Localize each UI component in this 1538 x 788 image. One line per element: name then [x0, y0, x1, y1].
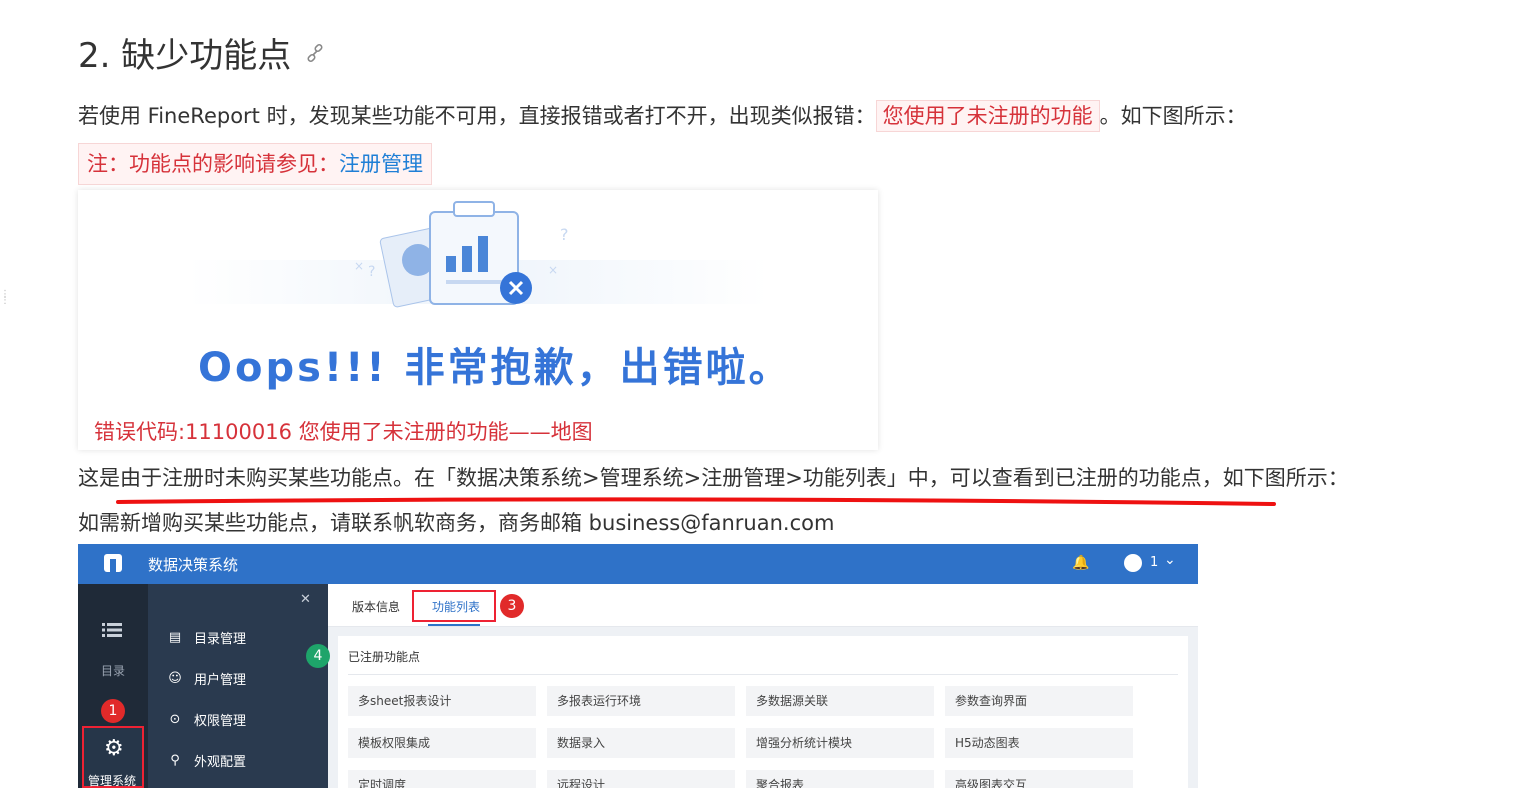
feature-cell: 参数查询界面: [945, 686, 1133, 716]
user-avatar-icon[interactable]: [1124, 554, 1142, 572]
heading-text: 2. 缺少功能点: [78, 36, 292, 76]
error-code: 错误代码:11100016 您使用了未注册的功能——地图: [94, 420, 593, 444]
chevron-down-icon[interactable]: ⌄: [1164, 552, 1176, 568]
link-icon[interactable]: [305, 43, 325, 63]
gear-icon: ⚙: [104, 736, 124, 761]
menu-item-permissions[interactable]: ⊙ 权限管理: [168, 710, 246, 729]
error-illustration-icon: ? ? × ×: [188, 201, 768, 308]
svg-text:?: ?: [368, 264, 375, 280]
tab-feature-list[interactable]: 功能列表: [432, 598, 480, 615]
rail-admin-label: 管理系统: [88, 774, 137, 788]
error-message: Oops!!! 非常抱歉，出错啦。: [198, 345, 792, 391]
tab-version-info[interactable]: 版本信息: [352, 598, 400, 615]
registered-features-panel: 已注册功能点 多sheet报表设计 多报表运行环境 多数据源关联 参数查询界面 …: [338, 636, 1188, 788]
feature-cell: H5动态图表: [945, 728, 1133, 758]
feature-cell: 增强分析统计模块: [746, 728, 934, 758]
list-icon[interactable]: [102, 622, 122, 638]
menu-item-users[interactable]: ☺ 用户管理: [168, 669, 246, 688]
active-tab-indicator: [428, 624, 480, 626]
feature-cell: 多报表运行环境: [547, 686, 735, 716]
menu-item-catalog[interactable]: ▤ 目录管理: [168, 628, 246, 647]
paragraph-explanation: 这是由于注册时未购买某些功能点。在「数据决策系统>管理系统>注册管理>功能列表」…: [78, 466, 1349, 490]
error-highlight: 您使用了未注册的功能: [875, 100, 1100, 132]
logo-icon: [104, 554, 122, 572]
system-title: 数据决策系统: [148, 556, 239, 574]
feature-cell: 聚合报表: [746, 770, 934, 788]
note-box: 注：功能点的影响请参见：注册管理: [78, 143, 432, 185]
paint-roller-icon: ⚲: [170, 752, 180, 768]
intro-tail: 。如下图所示：: [1099, 104, 1247, 128]
document-icon: ▤: [168, 629, 182, 645]
system-screenshot: 数据决策系统 🔔 1 ⌄ 目录 ⚙ 管理系统 ✕ ▤ 目录管理 ☺ 用户管理 ⊙ 权限…: [78, 544, 1198, 788]
svg-text:×: ×: [354, 259, 364, 273]
top-bar: 数据决策系统 🔔 1 ⌄: [78, 544, 1198, 584]
red-underline-mark: [116, 497, 1276, 506]
feature-cell: 定时调度: [348, 770, 536, 788]
note-prefix: 注：功能点的影响请参见：: [87, 152, 339, 176]
error-screenshot: ? ? × × Oops!!! 非常抱歉，出错啦。 错误代码:11100016 …: [78, 190, 878, 450]
menu-item-appearance[interactable]: ⚲ 外观配置: [168, 751, 246, 770]
feature-cell: 多sheet报表设计: [348, 686, 536, 716]
step-badge-4: 4: [306, 644, 330, 668]
feature-cell: 高级图表交互: [945, 770, 1133, 788]
user-icon: ☺: [168, 670, 182, 686]
intro-text: 若使用 FineReport 时，发现某些功能不可用，直接报错或者打不开，出现类…: [78, 104, 876, 128]
lock-icon: ⊙: [169, 711, 181, 727]
feature-cell: 远程设计: [547, 770, 735, 788]
panel-title: 已注册功能点: [348, 650, 421, 664]
svg-text:×: ×: [548, 263, 558, 277]
pin-icon[interactable]: ✕: [300, 592, 311, 607]
step-badge-1: 1: [101, 699, 125, 723]
drag-handle-icon[interactable]: ⋮ ⋮: [0, 290, 10, 316]
paragraph-intro: 若使用 FineReport 时，发现某些功能不可用，直接报错或者打不开，出现类…: [78, 100, 1247, 132]
section-heading: 2. 缺少功能点: [78, 28, 325, 77]
feature-cell: 模板权限集成: [348, 728, 536, 758]
bell-icon[interactable]: 🔔: [1072, 555, 1089, 571]
paragraph-contact: 如需新增购买某些功能点，请联系帆软商务，商务邮箱 business@fanrua…: [78, 511, 835, 535]
side-menu: ✕ ▤ 目录管理 ☺ 用户管理 ⊙ 权限管理 ⚲ 外观配置: [148, 584, 328, 788]
icon-rail: 目录 ⚙ 管理系统: [78, 584, 148, 788]
registration-link[interactable]: 注册管理: [339, 152, 423, 176]
main-content: 版本信息 功能列表 已注册功能点 多sheet报表设计 多报表运行环境 多数据源…: [328, 584, 1198, 788]
step-badge-3: 3: [500, 594, 524, 618]
divider: [348, 674, 1178, 675]
rail-admin-item[interactable]: ⚙ 管理系统: [82, 726, 144, 788]
feature-cell: 多数据源关联: [746, 686, 934, 716]
feature-cell: 数据录入: [547, 728, 735, 758]
user-name[interactable]: 1: [1150, 555, 1158, 570]
svg-text:?: ?: [560, 225, 569, 244]
tab-bar: 版本信息 功能列表: [328, 584, 1198, 627]
rail-catalog-label[interactable]: 目录: [101, 662, 125, 679]
